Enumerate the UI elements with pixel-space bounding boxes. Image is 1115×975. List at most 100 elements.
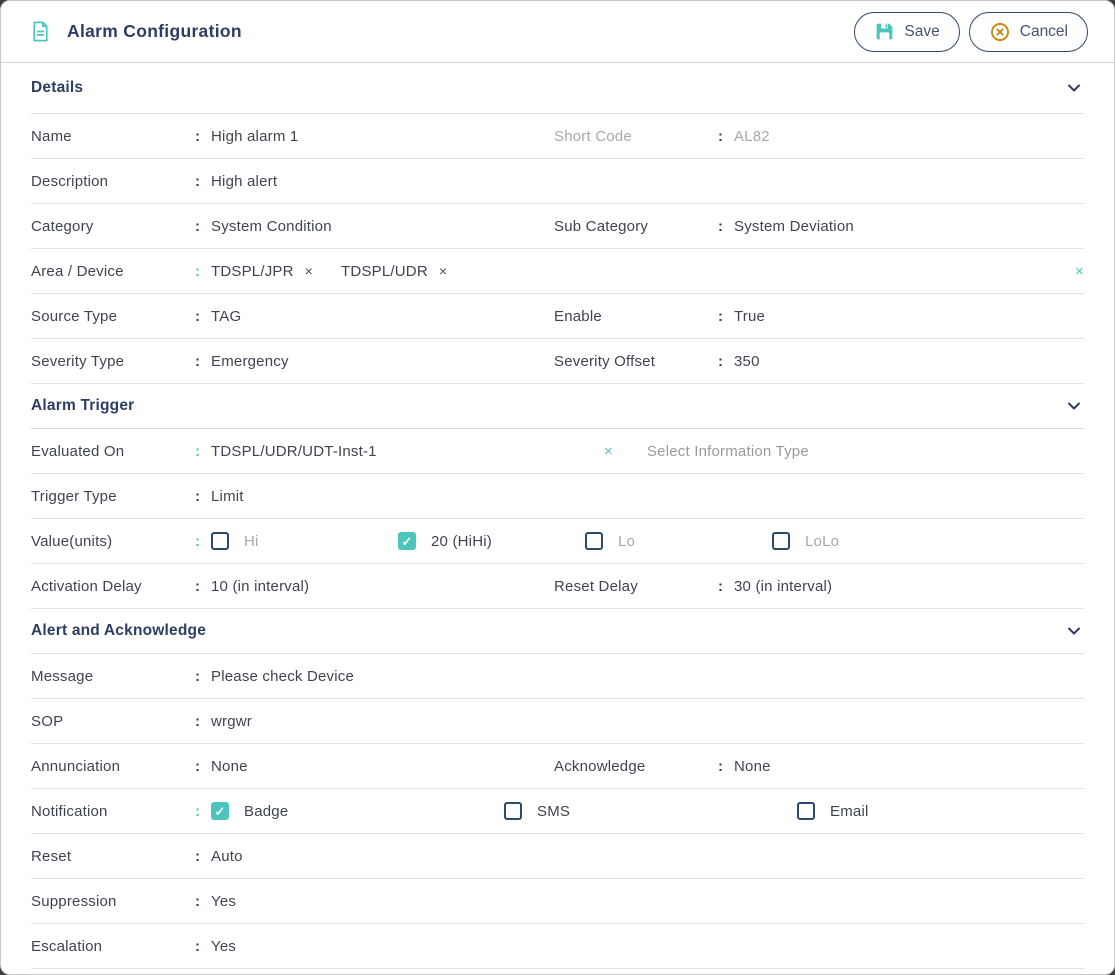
description-label: Description: [31, 173, 195, 190]
colon: [718, 218, 734, 235]
short-code-label: Short Code: [554, 128, 718, 145]
row-reset: Reset Auto: [31, 834, 1084, 879]
chevron-down-icon[interactable]: [1064, 78, 1084, 98]
row-escalation: Escalation Yes: [31, 924, 1084, 969]
lo-checkbox[interactable]: [585, 532, 603, 550]
badge-checkbox-label: Badge: [244, 803, 288, 820]
remove-tag-icon[interactable]: [439, 263, 447, 279]
section-details-header: Details: [31, 63, 1084, 114]
checkbox-item-email: Email: [797, 802, 1090, 820]
activation-delay-value[interactable]: 10 (in interval): [211, 578, 309, 595]
cancel-button[interactable]: Cancel: [969, 12, 1088, 52]
short-code-value: AL82: [734, 128, 770, 145]
tag-label: TDSPL/JPR: [211, 263, 294, 280]
checkbox-item-lolo: LoLo: [772, 532, 959, 550]
header-bar: Alarm Configuration Save: [1, 1, 1114, 63]
hihi-checkbox[interactable]: [398, 532, 416, 550]
acknowledge-value[interactable]: None: [734, 758, 771, 775]
row-value-units: Value(units) Hi 20 (HiHi) Lo LoLo: [31, 519, 1084, 564]
sub-category-value[interactable]: System Deviation: [734, 218, 854, 235]
evaluated-on-value[interactable]: TDSPL/UDR/UDT-Inst-1: [211, 443, 604, 460]
colon: [195, 263, 211, 280]
tag-label: TDSPL/UDR: [341, 263, 428, 280]
enable-value[interactable]: True: [734, 308, 765, 325]
area-device-label: Area / Device: [31, 263, 195, 280]
reset-value[interactable]: Auto: [211, 848, 243, 865]
checkbox-item-lo: Lo: [585, 532, 772, 550]
severity-type-label: Severity Type: [31, 353, 195, 370]
category-label: Category: [31, 218, 195, 235]
save-icon: [874, 21, 895, 42]
checkbox-item-hi: Hi: [211, 532, 398, 550]
clear-evaluated-on-icon[interactable]: [604, 443, 613, 460]
lolo-checkbox[interactable]: [772, 532, 790, 550]
message-value[interactable]: Please check Device: [211, 668, 354, 685]
name-label: Name: [31, 128, 195, 145]
notification-label: Notification: [31, 803, 195, 820]
category-value[interactable]: System Condition: [211, 218, 332, 235]
row-name: Name High alarm 1 Short Code AL82: [31, 114, 1084, 159]
sms-checkbox[interactable]: [504, 802, 522, 820]
chevron-down-icon[interactable]: [1064, 396, 1084, 416]
row-message: Message Please check Device: [31, 654, 1084, 699]
reset-label: Reset: [31, 848, 195, 865]
sop-value[interactable]: wrgwr: [211, 713, 252, 730]
hihi-checkbox-label: 20 (HiHi): [431, 533, 492, 550]
section-alert-ack-title: Alert and Acknowledge: [31, 622, 206, 640]
section-alert-ack-header: Alert and Acknowledge: [31, 609, 1084, 654]
severity-type-value[interactable]: Emergency: [211, 353, 289, 370]
severity-offset-value[interactable]: 350: [734, 353, 760, 370]
suppression-value[interactable]: Yes: [211, 893, 236, 910]
reset-delay-value[interactable]: 30 (in interval): [734, 578, 832, 595]
alarm-configuration-panel: Alarm Configuration Save: [0, 0, 1115, 975]
tag-item: TDSPL/JPR: [211, 263, 313, 280]
colon: [195, 533, 211, 550]
row-area-device: Area / Device TDSPL/JPR TDSPL/UDR: [31, 249, 1084, 294]
colon: [195, 443, 211, 460]
enable-label: Enable: [554, 308, 718, 325]
checkbox-item-badge: Badge: [211, 802, 504, 820]
colon: [195, 173, 211, 190]
description-value[interactable]: High alert: [211, 173, 277, 190]
annunciation-value[interactable]: None: [211, 758, 248, 775]
section-details-title: Details: [31, 79, 83, 97]
chevron-down-icon[interactable]: [1064, 621, 1084, 641]
clear-all-icon[interactable]: [1075, 263, 1084, 280]
lolo-checkbox-label: LoLo: [805, 533, 839, 550]
message-label: Message: [31, 668, 195, 685]
section-alarm-trigger-title: Alarm Trigger: [31, 397, 134, 415]
colon: [718, 758, 734, 775]
colon: [195, 713, 211, 730]
row-evaluated-on: Evaluated On TDSPL/UDR/UDT-Inst-1 Select…: [31, 429, 1084, 474]
area-device-tags[interactable]: TDSPL/JPR TDSPL/UDR: [211, 263, 1084, 280]
trigger-type-value[interactable]: Limit: [211, 488, 244, 505]
row-delays: Activation Delay 10 (in interval) Reset …: [31, 564, 1084, 609]
row-trigger-type: Trigger Type Limit: [31, 474, 1084, 519]
hi-checkbox[interactable]: [211, 532, 229, 550]
value-units-label: Value(units): [31, 533, 195, 550]
colon: [195, 578, 211, 595]
colon: [195, 938, 211, 955]
colon: [718, 578, 734, 595]
row-description: Description High alert: [31, 159, 1084, 204]
lo-checkbox-label: Lo: [618, 533, 635, 550]
tag-item: TDSPL/UDR: [341, 263, 447, 280]
sms-checkbox-label: SMS: [537, 803, 570, 820]
colon: [195, 758, 211, 775]
checkbox-item-sms: SMS: [504, 802, 797, 820]
save-button[interactable]: Save: [854, 12, 959, 52]
row-category: Category System Condition Sub Category S…: [31, 204, 1084, 249]
email-checkbox-label: Email: [830, 803, 869, 820]
colon: [718, 353, 734, 370]
information-type-select[interactable]: Select Information Type: [647, 443, 809, 460]
remove-tag-icon[interactable]: [305, 263, 313, 279]
source-type-value[interactable]: TAG: [211, 308, 241, 325]
escalation-value[interactable]: Yes: [211, 938, 236, 955]
badge-checkbox[interactable]: [211, 802, 229, 820]
name-value[interactable]: High alarm 1: [211, 128, 298, 145]
row-source-type: Source Type TAG Enable True: [31, 294, 1084, 339]
suppression-label: Suppression: [31, 893, 195, 910]
row-suppression: Suppression Yes: [31, 879, 1084, 924]
email-checkbox[interactable]: [797, 802, 815, 820]
page-title: Alarm Configuration: [67, 21, 242, 42]
